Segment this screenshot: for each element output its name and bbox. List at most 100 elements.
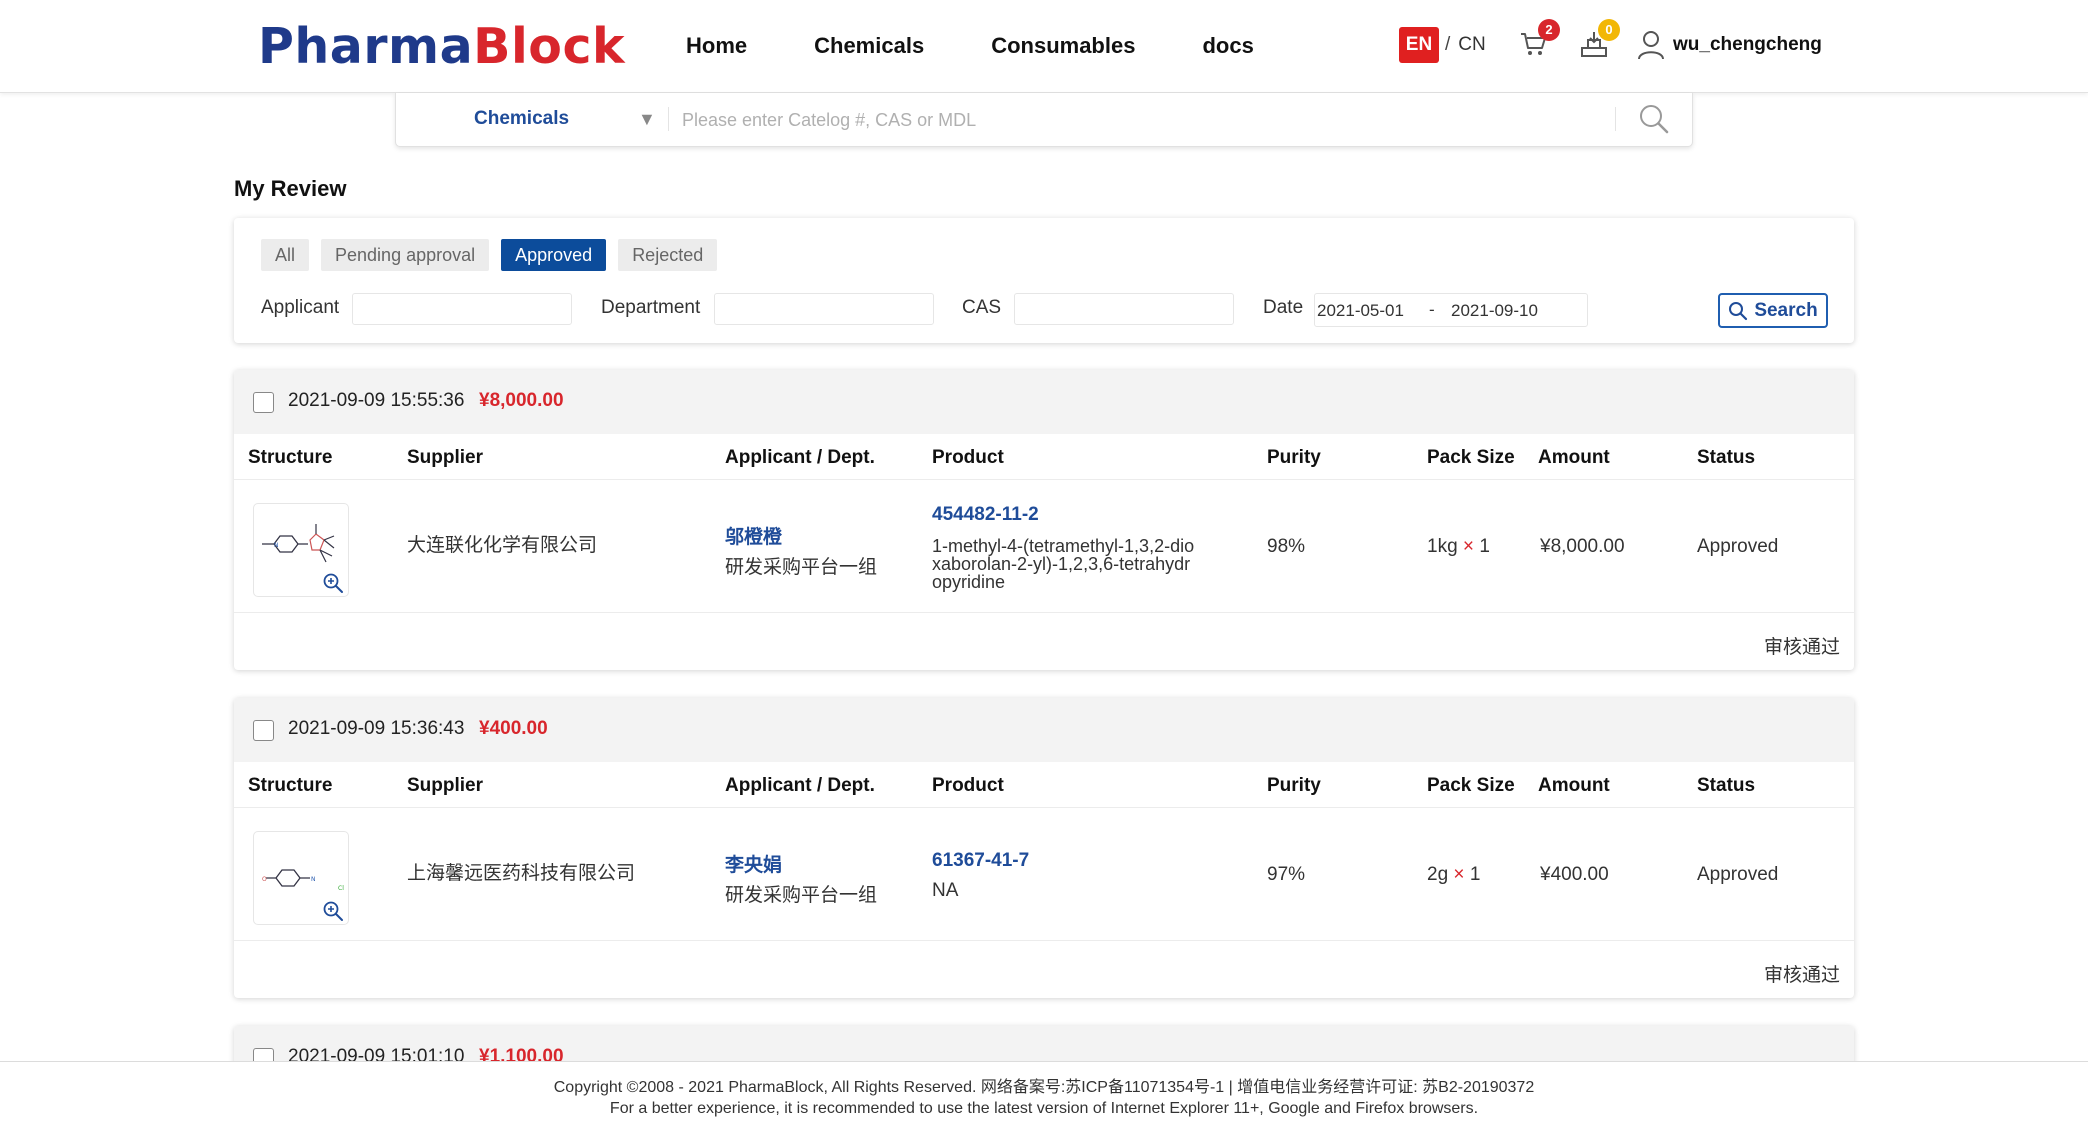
structure-thumbnail[interactable]: O N Cl [253,831,349,925]
zoom-in-icon[interactable] [322,572,344,594]
svg-text:Cl: Cl [338,885,344,892]
multiply-icon: × [1453,864,1465,885]
main-nav: Home Chemicals Consumables docs [686,33,1321,59]
applicant-input[interactable] [352,293,572,325]
tab-rejected[interactable]: Rejected [618,239,718,271]
col-pack-size: Pack Size [1427,775,1515,796]
department-name: 研发采购平台一组 [725,885,878,906]
svg-text:O: O [262,876,267,883]
user-name: wu_chengcheng [1673,34,1822,55]
nav-docs[interactable]: docs [1202,33,1253,59]
tab-all[interactable]: All [261,239,310,271]
svg-text:N: N [274,542,279,549]
page-title: My Review [234,176,347,201]
search-button[interactable]: Search [1718,293,1828,328]
orders-count-badge: 0 [1598,19,1620,41]
cas-label: CAS [962,297,1002,318]
product-name: 1-methyl-4-(tetramethyl-1,3,2-dioxaborol… [932,536,1195,592]
col-product: Product [932,447,1004,468]
product-cas-link[interactable]: 454482-11-2 [932,504,1039,526]
user-icon [1638,31,1664,60]
col-amount: Amount [1538,775,1610,796]
order-card: 2021-09-09 15:55:36 ¥8,000.00 Structure … [234,370,1854,670]
lang-separator: / [1445,34,1451,55]
col-supplier: Supplier [407,775,484,796]
col-amount: Amount [1538,447,1610,468]
status-tabs: All Pending approval Approved Rejected [261,239,729,271]
cart-button[interactable]: 2 [1518,19,1560,64]
search-icon[interactable] [1638,103,1670,135]
order-card: 2021-09-09 15:36:43 ¥400.00 Structure Su… [234,698,1854,998]
orders-button[interactable]: 0 [1578,19,1620,64]
search-divider [1615,107,1616,131]
order-total: ¥8,000.00 [479,390,564,411]
applicant-name[interactable]: 李央娟 [725,850,782,877]
col-purity: Purity [1267,775,1321,796]
footer-copyright: Copyright ©2008 - 2021 PharmaBlock, All … [553,1079,1535,1096]
tab-approved[interactable]: Approved [501,239,607,271]
lang-cn[interactable]: CN [1458,34,1485,56]
col-status: Status [1697,775,1756,796]
pack-size-value: 2g × 1 [1427,864,1480,886]
brand-logo-part2: Block [473,18,626,75]
cart-count-badge: 2 [1538,19,1560,41]
nav-home[interactable]: Home [686,33,747,59]
brand-logo[interactable]: PharmaBlock [258,18,625,75]
order-checkbox[interactable] [253,720,274,741]
search-divider [668,107,669,131]
structure-thumbnail[interactable]: N [253,503,349,597]
search-input[interactable] [682,105,1602,135]
zoom-in-icon[interactable] [322,900,344,922]
order-card-header: 2021-09-09 15:55:36 ¥8,000.00 [234,370,1854,434]
search-category-select[interactable]: Chemicals [474,108,569,130]
pack-quantity: 1 [1479,536,1490,557]
nav-chemicals[interactable]: Chemicals [814,33,924,59]
date-label: Date [1263,297,1304,318]
amount-value: ¥8,000.00 [1540,536,1625,557]
col-structure: Structure [248,447,333,468]
table-row: O N Cl 上海馨远医药科技有限公司 李央娟 研发采购平台一组 61367-4… [234,809,1854,941]
date-range-picker[interactable]: 2021-05-01 - 2021-09-10 [1314,293,1588,327]
language-switch: EN / CN [1399,27,1486,63]
search-button-label: Search [1754,299,1818,321]
order-checkbox[interactable] [253,392,274,413]
col-applicant: Applicant / Dept. [725,447,875,468]
applicant-name[interactable]: 邬橙橙 [725,522,782,549]
product-name: NA [932,880,959,901]
table-row: N 大连联化化学有限公司 邬橙橙 研发采购平台一组 454482-11-2 1-… [234,481,1854,613]
filter-panel: All Pending approval Approved Rejected A… [234,218,1854,343]
col-status: Status [1697,447,1756,468]
order-total: ¥400.00 [479,718,548,739]
caret-down-icon[interactable]: ▼ [638,109,656,130]
supplier-name: 大连联化化学有限公司 [407,535,598,556]
col-pack-size: Pack Size [1427,447,1515,468]
multiply-icon: × [1462,536,1475,557]
nav-consumables[interactable]: Consumables [991,33,1135,59]
date-from[interactable]: 2021-05-01 [1317,301,1404,321]
svg-text:N: N [311,876,316,883]
status-value: Approved [1697,864,1779,885]
user-menu[interactable]: wu_chengcheng [1637,30,1822,60]
cas-input[interactable] [1014,293,1234,325]
status-value: Approved [1697,536,1779,557]
department-input[interactable] [714,293,934,325]
pack-size: 1kg [1427,536,1458,557]
supplier-name: 上海馨远医药科技有限公司 [407,863,636,884]
col-supplier: Supplier [407,447,484,468]
applicant-label: Applicant [261,297,340,318]
tab-pending-approval[interactable]: Pending approval [321,239,490,271]
column-headers: Structure Supplier Applicant / Dept. Pro… [234,434,1854,480]
search-icon [1729,301,1748,320]
purity-value: 98% [1267,536,1306,557]
department-name: 研发采购平台一组 [725,557,878,578]
product-cas-link[interactable]: 61367-41-7 [932,850,1029,872]
global-search-bar: Chemicals ▼ [395,93,1693,147]
review-result: 审核通过 [1763,637,1840,658]
pack-size-value: 1kg × 1 [1427,536,1490,558]
date-to[interactable]: 2021-09-10 [1451,301,1538,321]
brand-logo-part1: Pharma [258,18,474,75]
lang-en[interactable]: EN [1399,27,1439,63]
amount-value: ¥400.00 [1540,864,1609,885]
footer-browser-notice: For a better experience, it is recommend… [609,1100,1479,1117]
pack-size: 2g [1427,864,1449,885]
